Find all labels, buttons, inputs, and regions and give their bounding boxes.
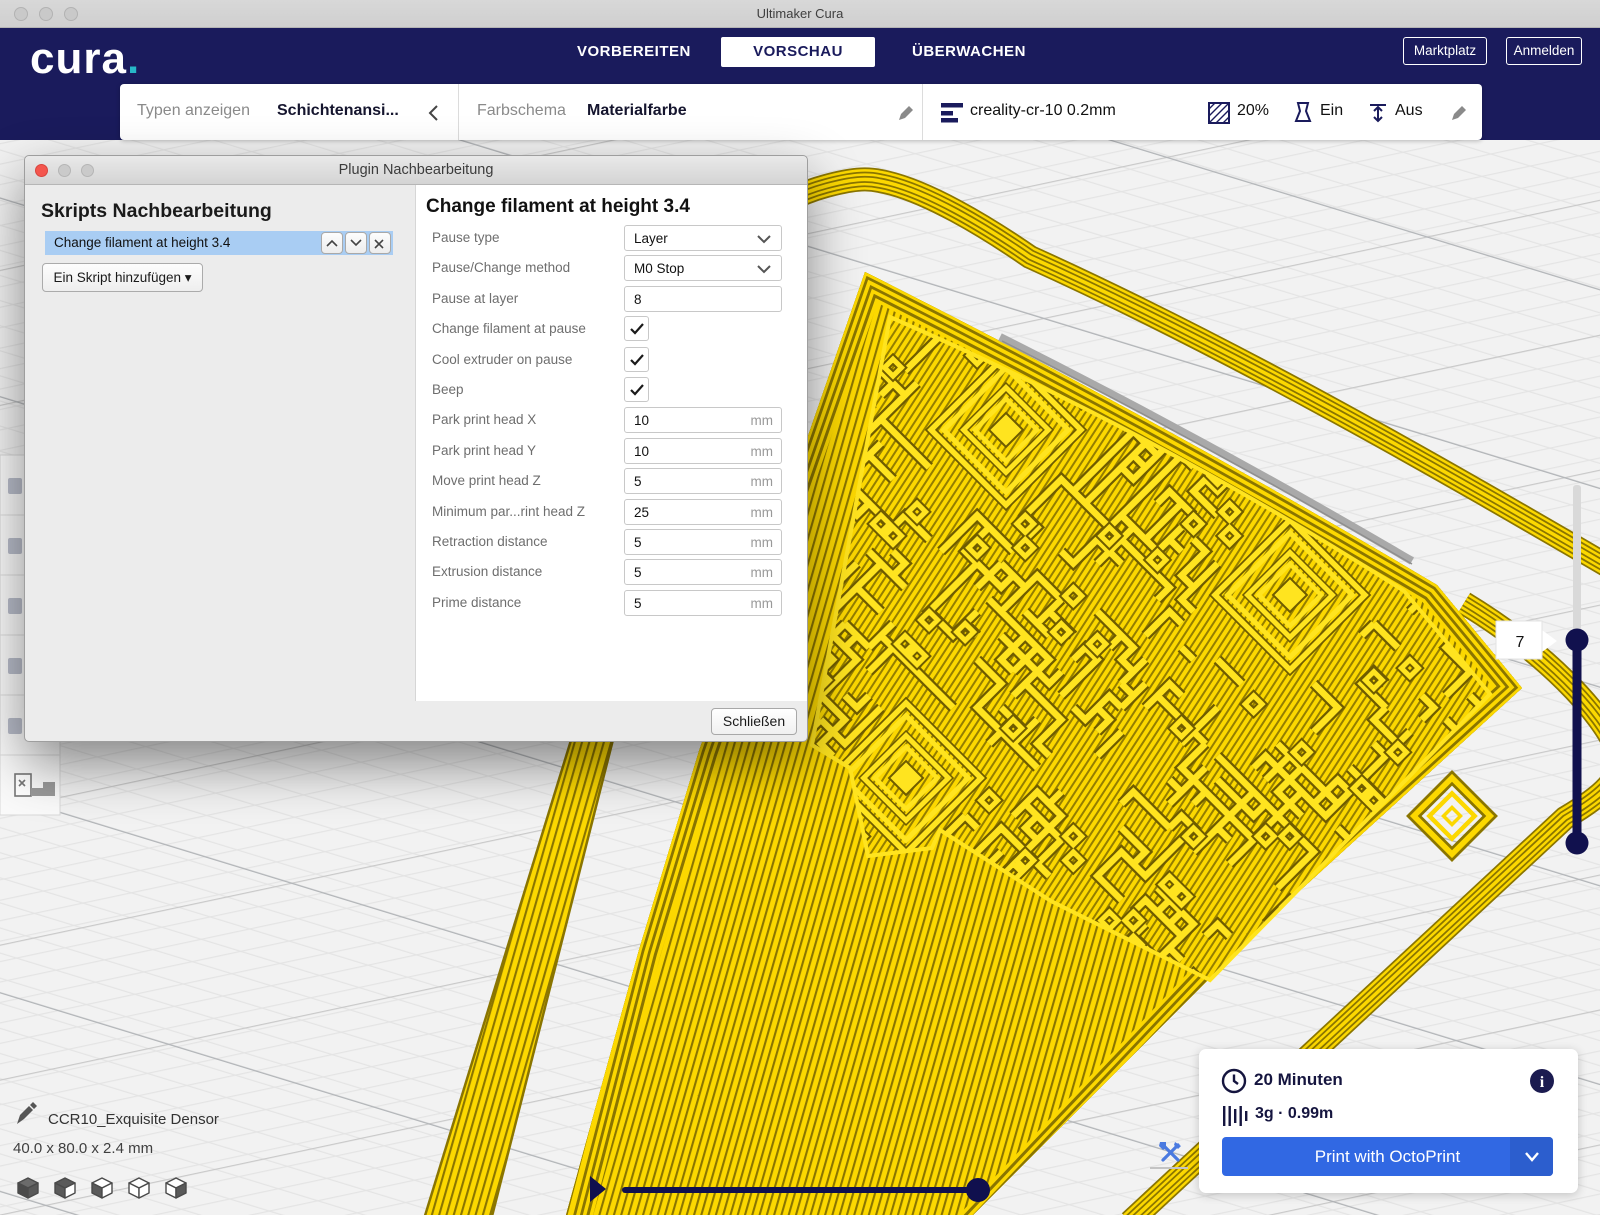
svg-text:40.0 x 80.0 x 2.4 mm: 40.0 x 80.0 x 2.4 mm bbox=[13, 1140, 153, 1157]
svg-text:7: 7 bbox=[1516, 634, 1525, 651]
svg-text:i: i bbox=[1540, 1074, 1545, 1091]
svg-text:CCR10_Exquisite Densor: CCR10_Exquisite Densor bbox=[48, 1111, 219, 1128]
